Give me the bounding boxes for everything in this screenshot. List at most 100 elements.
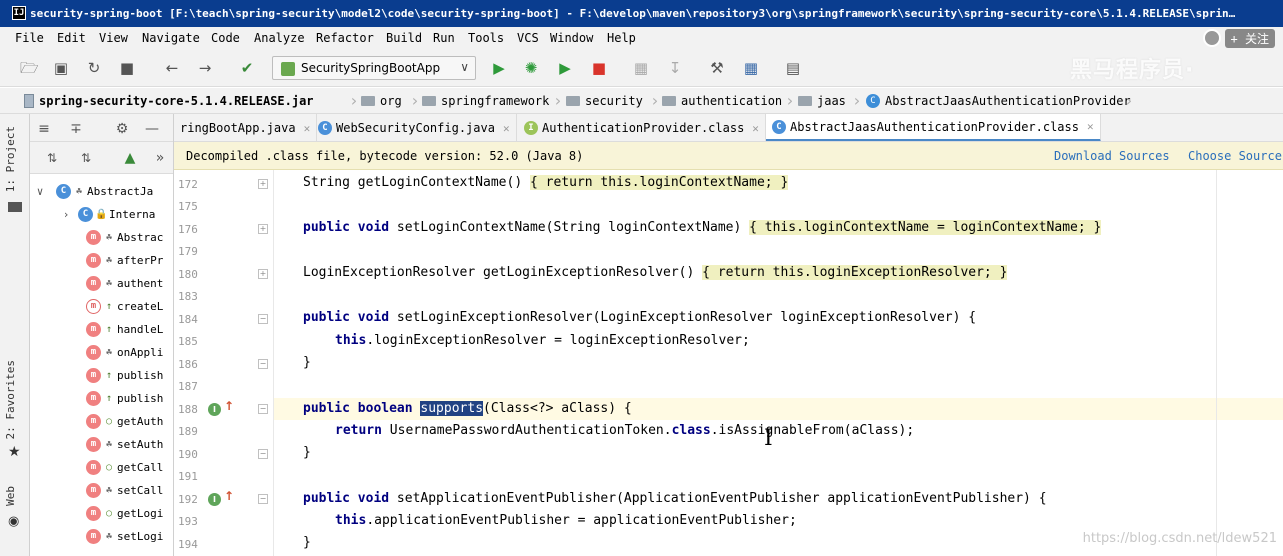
fold-collapse-icon[interactable]: − (258, 494, 268, 504)
open-folder-icon[interactable]: 🗁 (20, 59, 39, 77)
class-icon: C (772, 119, 786, 134)
save-all-icon[interactable]: ▣ (52, 59, 70, 77)
menu-view[interactable]: View (99, 31, 128, 45)
project-structure-icon[interactable]: ▦ (742, 59, 760, 77)
follow-button[interactable]: + 关注 (1224, 28, 1275, 48)
tree-method-item[interactable]: m ○ getCall (30, 456, 173, 478)
web-globe-icon[interactable]: ◉ (8, 514, 19, 529)
stop-icon[interactable]: ■ (590, 59, 608, 77)
star-icon[interactable]: ★ (8, 444, 21, 460)
fold-end-icon[interactable]: − (258, 359, 268, 369)
close-icon[interactable]: ✕ (752, 122, 759, 135)
tree-method-item[interactable]: m ☘ setAuth (30, 433, 173, 455)
run-icon[interactable]: ▶ (490, 59, 508, 77)
sync-icon[interactable]: ↻ (85, 59, 103, 77)
close-icon[interactable]: ✕ (304, 122, 311, 135)
download-icon[interactable]: ↧ (666, 59, 684, 77)
sort-alphabetically-icon[interactable]: ⇅ (78, 150, 94, 166)
code-editor[interactable]: 172 175 176 179 180 183 184 185 186 187 … (174, 170, 1283, 556)
more-chevron-icon[interactable]: » (152, 150, 168, 166)
fold-collapse-icon[interactable]: − (258, 314, 268, 324)
expand-all-icon[interactable]: ≡ (36, 121, 52, 137)
choose-sources-link[interactable]: Choose Sources (1188, 149, 1283, 163)
run-configuration-select[interactable]: SecuritySpringBootApp ∨ (272, 56, 476, 80)
fold-expand-icon[interactable]: + (258, 179, 268, 189)
build-hammer-icon[interactable]: ✔ (238, 59, 256, 77)
menu-code[interactable]: Code (211, 31, 240, 45)
tree-root-class[interactable]: ∨ C ☘ AbstractJa (30, 180, 173, 202)
forward-arrow-icon[interactable]: → (196, 59, 214, 77)
tree-method-item[interactable]: m ☘ setCall (30, 479, 173, 501)
breadcrumb-springframework[interactable]: springframework (422, 94, 549, 108)
attach-debugger-icon[interactable]: ▦ (632, 59, 650, 77)
back-arrow-icon[interactable]: ← (163, 59, 181, 77)
menu-file[interactable]: File (15, 31, 44, 45)
menu-refactor[interactable]: Refactor (316, 31, 374, 45)
tree-method-item[interactable]: m ↑ publish (30, 387, 173, 409)
fold-collapse-icon[interactable]: − (258, 404, 268, 414)
tree-method-item[interactable]: m ↑ createL (30, 295, 173, 317)
chevron-right-icon[interactable]: › (60, 208, 72, 221)
project-tool-tab[interactable]: 1: Project (4, 126, 17, 192)
public-visibility-icon: ☘ (105, 277, 113, 289)
tree-inner-class[interactable]: › C 🔒 Interna (30, 203, 173, 225)
fold-end-icon[interactable]: − (258, 449, 268, 459)
fold-expand-icon[interactable]: + (258, 269, 268, 279)
download-sources-link[interactable]: Download Sources (1054, 149, 1170, 163)
breadcrumb-jar[interactable]: spring-security-core-5.1.4.RELEASE.jar (24, 94, 314, 108)
up-arrow-icon[interactable]: ↑ (224, 399, 234, 413)
menu-analyze[interactable]: Analyze (254, 31, 305, 45)
gear-icon[interactable]: ⚙ (114, 121, 130, 137)
menu-edit[interactable]: Edit (57, 31, 86, 45)
menu-run[interactable]: Run (433, 31, 455, 45)
tree-method-item[interactable]: m ○ getAuth (30, 410, 173, 432)
tree-method-item[interactable]: m ☘ authent (30, 272, 173, 294)
implements-marker-icon[interactable]: I (208, 493, 221, 506)
favorites-tool-tab[interactable]: 2: Favorites (4, 360, 17, 439)
show-inherited-icon[interactable]: ▲ (122, 150, 138, 166)
chevron-down-icon[interactable]: ∨ (34, 185, 46, 198)
tab-authenticationprovider[interactable]: I AuthenticationProvider.class ✕ (518, 114, 766, 141)
interface-icon: I (524, 121, 538, 135)
menu-vcs[interactable]: VCS (517, 31, 539, 45)
web-tool-tab[interactable]: Web (4, 486, 17, 506)
breadcrumb-security[interactable]: security (566, 94, 643, 108)
class-icon: C (318, 121, 332, 135)
tab-springbootapp[interactable]: ringBootApp.java ✕ (174, 114, 318, 141)
debug-bug-icon[interactable]: ✺ (522, 59, 540, 77)
breadcrumb-class[interactable]: C AbstractJaasAuthenticationProvider (866, 94, 1131, 108)
close-icon[interactable]: ✕ (1087, 120, 1094, 133)
tab-websecurityconfig[interactable]: C WebSecurityConfig.java ✕ (312, 114, 517, 141)
implements-marker-icon[interactable]: I (208, 403, 221, 416)
breadcrumb-authentication[interactable]: authentication (662, 94, 782, 108)
menu-tools[interactable]: Tools (468, 31, 504, 45)
menu-build[interactable]: Build (386, 31, 422, 45)
code-line-194: } (303, 535, 311, 550)
breadcrumb-jaas[interactable]: jaas (798, 94, 846, 108)
minimize-icon[interactable]: — (144, 121, 160, 137)
tree-method-item[interactable]: m ↑ handleL (30, 318, 173, 340)
menu-window[interactable]: Window (550, 31, 593, 45)
tree-method-item[interactable]: m ☘ Abstrac (30, 226, 173, 248)
menu-navigate[interactable]: Navigate (142, 31, 200, 45)
collapse-all-icon[interactable]: ∓ (68, 121, 84, 137)
folder-icon[interactable]: ■ (118, 59, 136, 77)
package-folder-icon (566, 96, 580, 106)
project-folder-icon[interactable] (8, 202, 22, 212)
tree-method-item[interactable]: m ○ getLogi (30, 502, 173, 524)
sort-by-visibility-icon[interactable]: ⇅ (44, 150, 60, 166)
menu-help[interactable]: Help (607, 31, 636, 45)
fold-expand-icon[interactable]: + (258, 224, 268, 234)
tree-method-item[interactable]: m ☘ afterPr (30, 249, 173, 271)
coverage-icon[interactable]: ▶ (556, 59, 574, 77)
wrench-settings-icon[interactable]: ⚒ (708, 59, 726, 77)
close-icon[interactable]: ✕ (503, 122, 510, 135)
sdk-icon[interactable]: ▤ (784, 59, 802, 77)
tree-method-item[interactable]: m ☘ onAppli (30, 341, 173, 363)
follow-badge[interactable]: + 关注 (1202, 28, 1275, 48)
up-arrow-icon[interactable]: ↑ (224, 489, 234, 503)
tree-method-item[interactable]: m ☘ setLogi (30, 525, 173, 547)
tab-abstractjaasauthenticationprovider[interactable]: C AbstractJaasAuthenticationProvider.cla… (766, 114, 1101, 141)
breadcrumb-org[interactable]: org (361, 94, 402, 108)
tree-method-item[interactable]: m ↑ publish (30, 364, 173, 386)
